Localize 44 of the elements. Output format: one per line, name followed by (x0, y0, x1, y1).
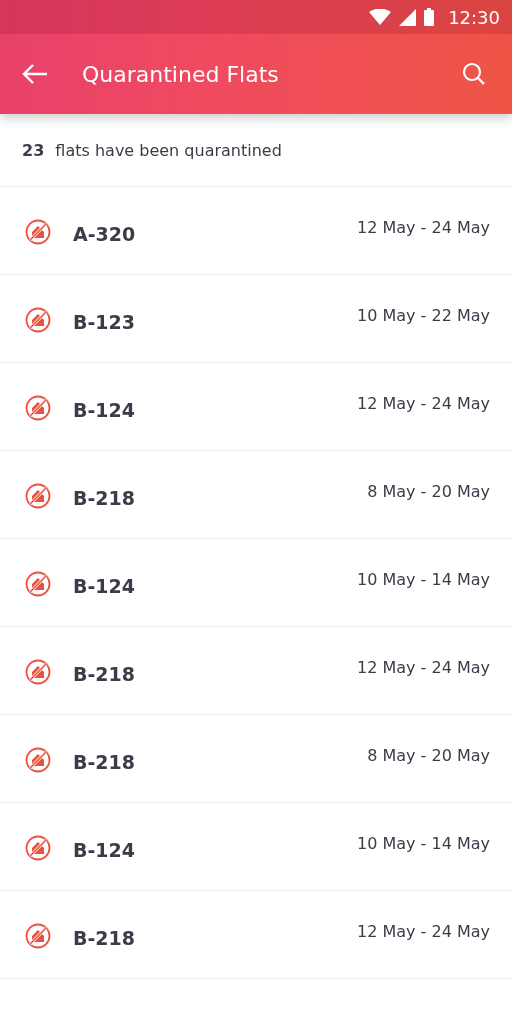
app-bar-title: Quarantined Flats (82, 61, 280, 87)
flat-number: B-124 (73, 398, 137, 421)
flat-number: B-124 (73, 838, 137, 861)
crossed-house-icon (25, 307, 51, 333)
flat-number: A-320 (73, 222, 137, 245)
date-range: 8 May - 20 May (367, 746, 490, 765)
crossed-house-icon (25, 395, 51, 421)
date-range: 8 May - 20 May (367, 482, 490, 501)
flat-row[interactable]: A-320 12 May - 24 May (0, 187, 512, 275)
date-range: 12 May - 24 May (357, 394, 490, 413)
date-range: 12 May - 24 May (357, 218, 490, 237)
wifi-icon (369, 9, 392, 25)
flat-number: B-218 (73, 486, 137, 509)
crossed-house-icon (25, 571, 51, 597)
date-range: 10 May - 14 May (357, 570, 490, 589)
signal-icon (399, 8, 417, 26)
flat-row[interactable]: B-124 10 May - 14 May (0, 539, 512, 627)
status-time: 12:30 (448, 6, 500, 28)
date-range: 12 May - 24 May (357, 922, 490, 941)
flat-row[interactable]: B-218 8 May - 20 May (0, 715, 512, 803)
flat-number: B-123 (73, 310, 137, 333)
flat-row[interactable]: B-218 12 May - 24 May (0, 627, 512, 715)
flat-row[interactable]: B-124 12 May - 24 May (0, 363, 512, 451)
flat-row[interactable]: B-218 8 May - 20 May (0, 451, 512, 539)
flat-number: B-218 (73, 926, 137, 949)
flat-row[interactable]: B-218 12 May - 24 May (0, 891, 512, 979)
crossed-house-icon (25, 483, 51, 509)
flat-number: B-218 (73, 750, 137, 773)
crossed-house-icon (25, 835, 51, 861)
crossed-house-icon (25, 747, 51, 773)
flat-row[interactable]: B-123 10 May - 22 May (0, 275, 512, 363)
date-range: 12 May - 24 May (357, 658, 490, 677)
search-icon[interactable] (462, 62, 486, 86)
flat-number: B-218 (73, 662, 137, 685)
flat-number: B-124 (73, 574, 137, 597)
date-range: 10 May - 22 May (357, 306, 490, 325)
back-arrow-icon[interactable] (22, 64, 48, 84)
crossed-house-icon (25, 219, 51, 245)
flat-row[interactable]: B-124 10 May - 14 May (0, 803, 512, 891)
summary-text: 23 flats have been quarantined (0, 114, 512, 187)
battery-icon (424, 8, 435, 26)
date-range: 10 May - 14 May (357, 834, 490, 853)
crossed-house-icon (25, 659, 51, 685)
crossed-house-icon (25, 923, 51, 949)
